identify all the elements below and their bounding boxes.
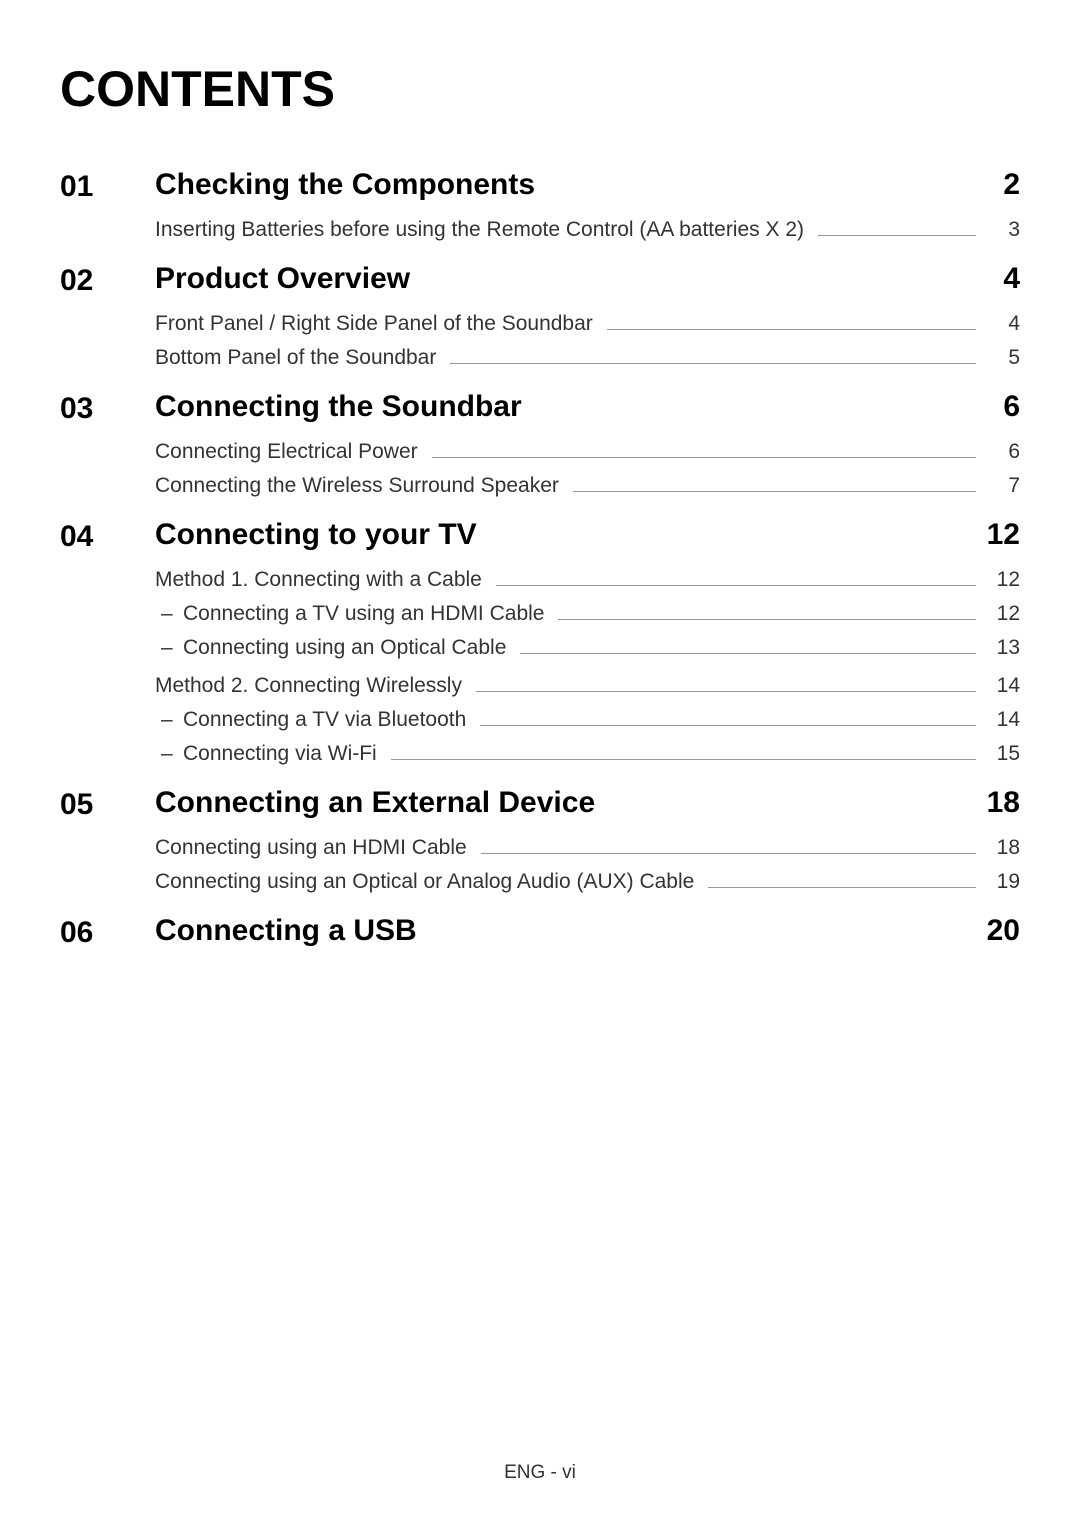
section-number: 01 <box>60 168 155 256</box>
table-of-contents: 01Checking the Components 2 Inserting Batt… <box>60 168 1020 970</box>
entry-group: Method 2. Connecting Wirelessly14Connect… <box>155 674 1020 766</box>
section-body: Connecting the Soundbar6Connecting Elect… <box>155 390 1020 512</box>
entry-page: 19 <box>990 870 1020 894</box>
section-title: Connecting to your TV <box>155 518 477 552</box>
toc-section: 01Checking the Components 2 Inserting Batt… <box>60 168 1020 256</box>
leader-line <box>481 853 976 854</box>
toc-section: 02Product Overview 4 Front Panel / Right S… <box>60 262 1020 384</box>
entry-page: 14 <box>990 674 1020 698</box>
toc-entry[interactable]: Connecting via Wi-Fi 15 <box>155 742 1020 766</box>
toc-section: 05Connecting an External Device18Connect… <box>60 786 1020 908</box>
toc-section: 06Connecting a USB 20 <box>60 914 1020 964</box>
entry-page: 13 <box>990 636 1020 660</box>
section-title: Checking the Components <box>155 168 535 202</box>
section-number: 02 <box>60 262 155 384</box>
entry-text: Connecting a TV via Bluetooth <box>155 708 466 732</box>
leader-line <box>432 457 976 458</box>
section-body: Connecting a USB 20 <box>155 914 1020 964</box>
leader-line <box>480 725 976 726</box>
entry-page: 4 <box>990 312 1020 336</box>
entry-text: Method 1. Connecting with a Cable <box>155 568 482 592</box>
leader-line <box>450 363 976 364</box>
toc-entry[interactable]: Connecting using an Optical Cable 13 <box>155 636 1020 660</box>
leader-line <box>476 691 976 692</box>
leader-line <box>818 235 976 236</box>
section-body: Connecting an External Device18Connectin… <box>155 786 1020 908</box>
entry-text: Connecting using an Optical or Analog Au… <box>155 870 694 894</box>
toc-entry[interactable]: Connecting the Wireless Surround Speaker… <box>155 474 1020 498</box>
entry-page: 12 <box>990 602 1020 626</box>
entry-page: 3 <box>990 218 1020 242</box>
leader-line <box>496 585 976 586</box>
leader-line <box>708 887 976 888</box>
section-header[interactable]: Connecting the Soundbar 6 <box>155 390 1020 424</box>
entry-text: Connecting Electrical Power <box>155 440 418 464</box>
section-header[interactable]: Connecting an External Device 18 <box>155 786 1020 820</box>
entry-page: 12 <box>990 568 1020 592</box>
entry-group: Front Panel / Right Side Panel of the So… <box>155 312 1020 370</box>
leader-line <box>607 329 976 330</box>
toc-entry[interactable]: Connecting using an Optical or Analog Au… <box>155 870 1020 894</box>
section-number: 04 <box>60 518 155 780</box>
entry-page: 14 <box>990 708 1020 732</box>
toc-section: 03Connecting the Soundbar6Connecting Ele… <box>60 390 1020 512</box>
section-body: Checking the Components 2 Inserting Batter… <box>155 168 1020 256</box>
leader-line <box>558 619 976 620</box>
section-number: 06 <box>60 914 155 964</box>
section-page: 18 <box>987 786 1020 820</box>
entry-page: 5 <box>990 346 1020 370</box>
leader-line <box>520 653 976 654</box>
toc-entry[interactable]: Inserting Batteries before using the Rem… <box>155 218 1020 242</box>
section-header[interactable]: Connecting a USB 20 <box>155 914 1020 948</box>
entry-group: Inserting Batteries before using the Rem… <box>155 218 1020 242</box>
section-body: Product Overview 4 Front Panel / Right Sid… <box>155 262 1020 384</box>
entry-group: Connecting Electrical Power 6 Connecting t… <box>155 440 1020 498</box>
page-footer: ENG - vi <box>0 1462 1080 1484</box>
toc-section: 04Connecting to your TV12Method 1. Conne… <box>60 518 1020 780</box>
entry-text: Inserting Batteries before using the Rem… <box>155 218 804 242</box>
leader-line <box>391 759 976 760</box>
section-title: Product Overview <box>155 262 410 296</box>
section-page: 12 <box>987 518 1020 552</box>
entry-text: Connecting the Wireless Surround Speaker <box>155 474 559 498</box>
toc-entry[interactable]: Front Panel / Right Side Panel of the So… <box>155 312 1020 336</box>
entry-text: Connecting using an Optical Cable <box>155 636 506 660</box>
section-header[interactable]: Product Overview 4 <box>155 262 1020 296</box>
entry-text: Connecting a TV using an HDMI Cable <box>155 602 544 626</box>
entry-page: 18 <box>990 836 1020 860</box>
section-header[interactable]: Checking the Components 2 <box>155 168 1020 202</box>
section-page: 6 <box>1003 390 1020 424</box>
entry-text: Connecting using an HDMI Cable <box>155 836 467 860</box>
section-body: Connecting to your TV12Method 1. Connect… <box>155 518 1020 780</box>
entry-group: Method 1. Connecting with a Cable12Conne… <box>155 568 1020 660</box>
section-title: Connecting a USB <box>155 914 417 948</box>
toc-entry[interactable]: Connecting a TV via Bluetooth 14 <box>155 708 1020 732</box>
section-number: 05 <box>60 786 155 908</box>
toc-entry[interactable]: Connecting Electrical Power 6 <box>155 440 1020 464</box>
toc-entry[interactable]: Connecting a TV using an HDMI Cable 12 <box>155 602 1020 626</box>
section-header[interactable]: Connecting to your TV 12 <box>155 518 1020 552</box>
section-title: Connecting the Soundbar <box>155 390 522 424</box>
entry-text: Bottom Panel of the Soundbar <box>155 346 436 370</box>
toc-entry[interactable]: Method 1. Connecting with a Cable 12 <box>155 568 1020 592</box>
entry-page: 7 <box>990 474 1020 498</box>
section-page: 20 <box>987 914 1020 948</box>
toc-entry[interactable]: Connecting using an HDMI Cable 18 <box>155 836 1020 860</box>
leader-line <box>573 491 976 492</box>
section-page: 2 <box>1003 168 1020 202</box>
entry-text: Connecting via Wi-Fi <box>155 742 377 766</box>
section-number: 03 <box>60 390 155 512</box>
section-page: 4 <box>1003 262 1020 296</box>
section-title: Connecting an External Device <box>155 786 595 820</box>
toc-entry[interactable]: Bottom Panel of the Soundbar 5 <box>155 346 1020 370</box>
entry-text: Method 2. Connecting Wirelessly <box>155 674 462 698</box>
toc-entry[interactable]: Method 2. Connecting Wirelessly 14 <box>155 674 1020 698</box>
entry-text: Front Panel / Right Side Panel of the So… <box>155 312 593 336</box>
page-title: CONTENTS <box>60 60 1020 118</box>
entry-page: 6 <box>990 440 1020 464</box>
entry-page: 15 <box>990 742 1020 766</box>
entry-group: Connecting using an HDMI Cable18Connecti… <box>155 836 1020 894</box>
